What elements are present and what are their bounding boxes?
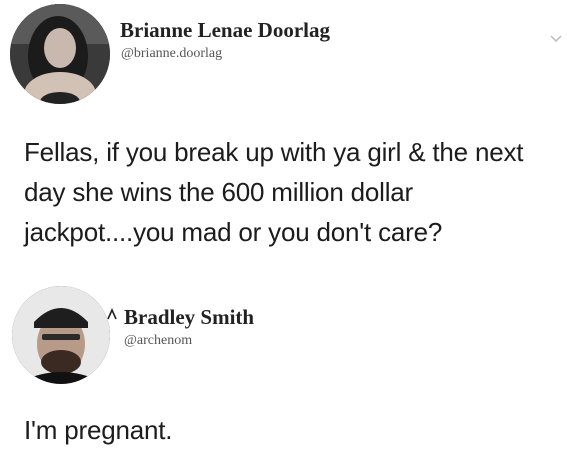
profile-photo-woman-icon bbox=[10, 4, 110, 104]
author-name[interactable]: Brianne Lenae Doorlag bbox=[120, 18, 330, 43]
avatar-bradley[interactable] bbox=[12, 286, 110, 384]
chevron-down-icon[interactable] bbox=[550, 34, 562, 44]
profile-photo-man-icon bbox=[12, 286, 110, 384]
reply-text: I'm pregnant. bbox=[24, 415, 173, 445]
reply-author-handle[interactable]: @archenom bbox=[124, 333, 192, 349]
author-handle[interactable]: @brianne.doorlag bbox=[121, 46, 222, 62]
reply-author-name[interactable]: Bradley Smith bbox=[124, 305, 254, 330]
tweet-text: Fellas, if you break up with ya girl & t… bbox=[24, 137, 524, 247]
reply-arrow-icon bbox=[107, 308, 117, 320]
avatar-brianne[interactable] bbox=[10, 4, 110, 104]
